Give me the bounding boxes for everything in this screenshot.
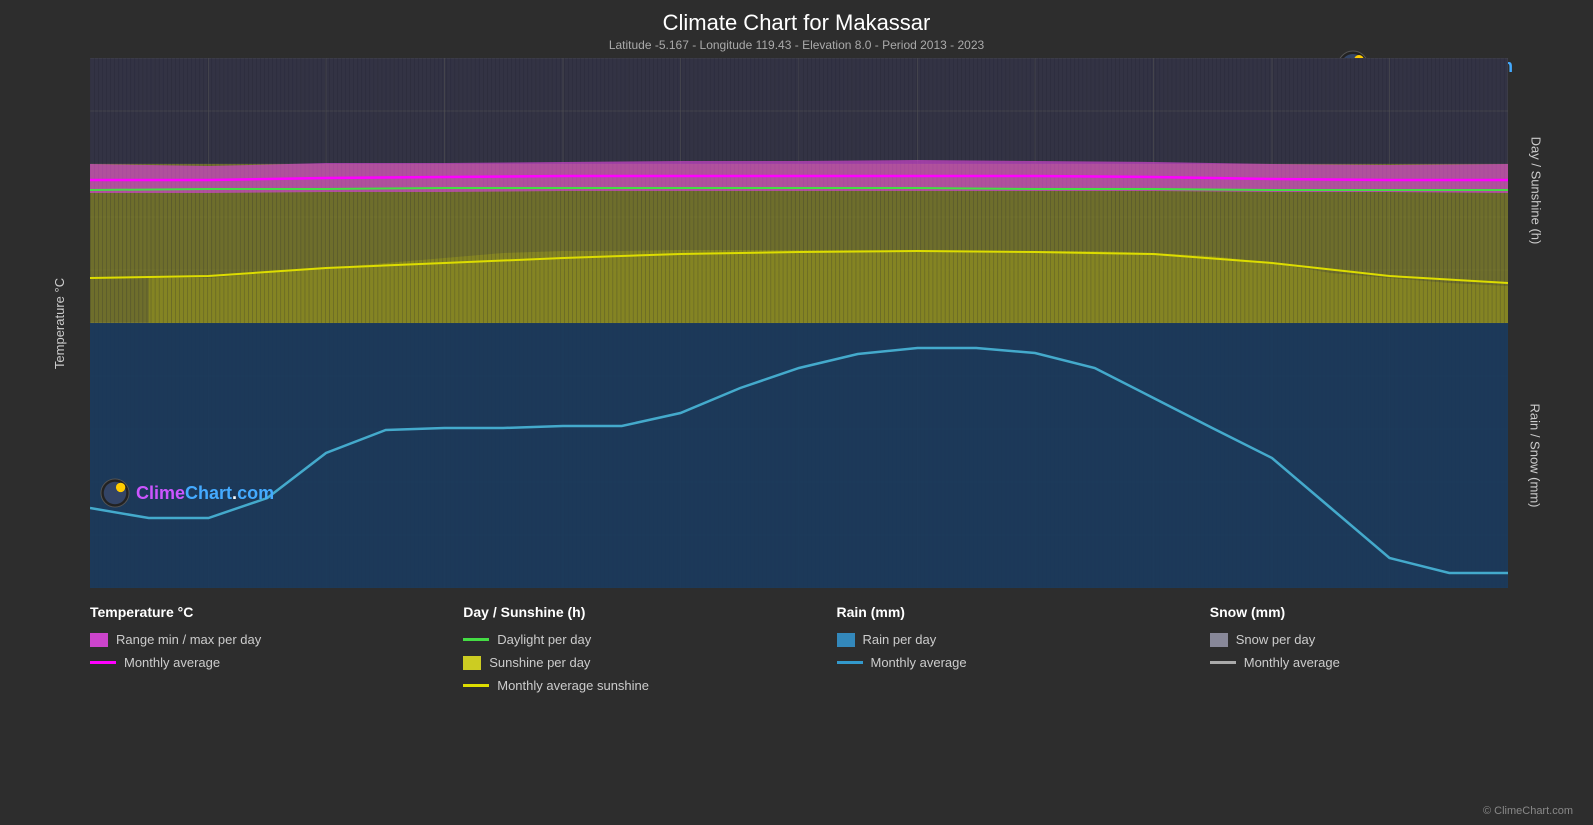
legend-item-daylight: Daylight per day	[463, 632, 816, 647]
sunshine-swatch	[463, 656, 481, 670]
legend-title-sunshine: Day / Sunshine (h)	[463, 604, 816, 620]
temp-avg-line	[90, 661, 116, 664]
rain-day-swatch	[837, 633, 855, 647]
snow-avg-line	[1210, 661, 1236, 664]
legend-item-temp-avg: Monthly average	[90, 655, 443, 670]
legend-item-temp-range: Range min / max per day	[90, 632, 443, 647]
legend-item-sunshine: Sunshine per day	[463, 655, 816, 670]
sunshine-avg-line	[463, 684, 489, 687]
legend-item-snow-day: Snow per day	[1210, 632, 1563, 647]
legend-title-temperature: Temperature °C	[90, 604, 443, 620]
watermark-bottom: ClimeChart.com	[100, 478, 274, 508]
snow-day-label: Snow per day	[1236, 632, 1316, 647]
rain-day-label: Rain per day	[863, 632, 937, 647]
temp-range-swatch	[90, 633, 108, 647]
legend-col-sunshine: Day / Sunshine (h) Daylight per day Suns…	[453, 604, 826, 693]
rain-avg-label: Monthly average	[871, 655, 967, 670]
legend-col-snow: Snow (mm) Snow per day Monthly average	[1200, 604, 1573, 693]
watermark-text-bottom: ClimeChart.com	[136, 483, 274, 504]
sunshine-avg-label: Monthly average sunshine	[497, 678, 649, 693]
legend-item-rain-avg: Monthly average	[837, 655, 1190, 670]
legend-item-sunshine-avg: Monthly average sunshine	[463, 678, 816, 693]
chart-container: Climate Chart for Makassar Latitude -5.1…	[0, 0, 1593, 825]
right-axis-label1: Day / Sunshine (h)	[1528, 137, 1543, 245]
logo-icon-bottom	[100, 478, 130, 508]
legend-col-temperature: Temperature °C Range min / max per day M…	[80, 604, 453, 693]
legend-item-snow-avg: Monthly average	[1210, 655, 1563, 670]
snow-day-swatch	[1210, 633, 1228, 647]
legend-item-rain-day: Rain per day	[837, 632, 1190, 647]
legend-title-rain: Rain (mm)	[837, 604, 1190, 620]
right-axis-label2: Rain / Snow (mm)	[1528, 403, 1543, 507]
left-axis-label: Temperature °C	[53, 277, 68, 368]
chart-title: Climate Chart for Makassar	[20, 10, 1573, 36]
copyright: © ClimeChart.com	[1483, 805, 1573, 817]
snow-avg-label: Monthly average	[1244, 655, 1340, 670]
daylight-label: Daylight per day	[497, 632, 591, 647]
legend-title-snow: Snow (mm)	[1210, 604, 1563, 620]
sunshine-label: Sunshine per day	[489, 655, 590, 670]
rain-avg-line	[837, 661, 863, 664]
legend-col-rain: Rain (mm) Rain per day Monthly average	[827, 604, 1200, 693]
daylight-line	[463, 638, 489, 641]
legend-area: Temperature °C Range min / max per day M…	[80, 604, 1573, 693]
temp-avg-label: Monthly average	[124, 655, 220, 670]
main-chart-svg: 50 40 30 20 10 0 -10 -20 -30 -40 -50 24 …	[90, 58, 1508, 588]
temp-range-label: Range min / max per day	[116, 632, 261, 647]
